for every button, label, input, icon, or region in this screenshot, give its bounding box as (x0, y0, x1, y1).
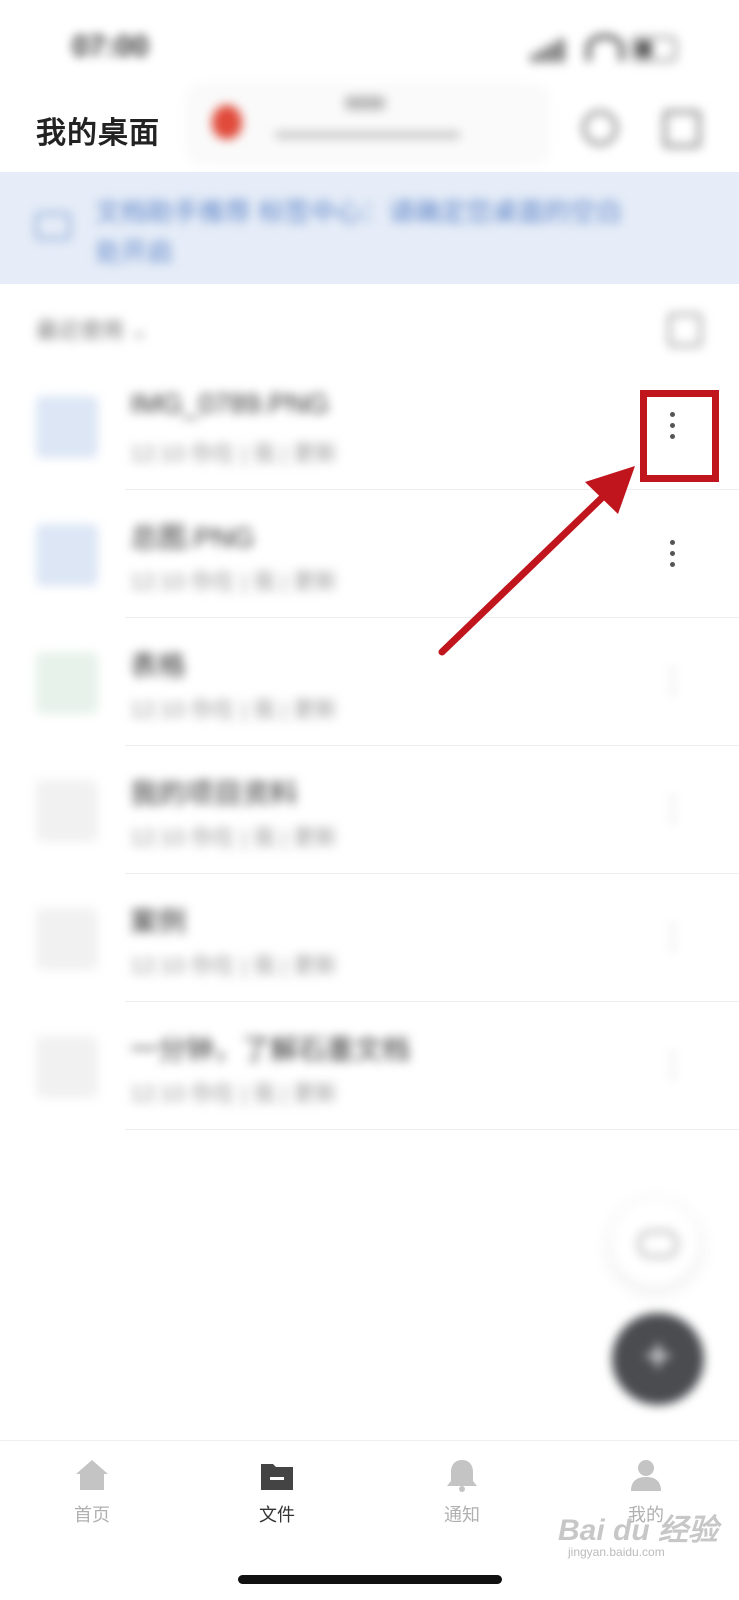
tab-files[interactable]: 文件 (217, 1458, 337, 1527)
watermark-logo: Bai du 经验 (558, 1514, 719, 1547)
home-icon (76, 1460, 108, 1490)
annotation-highlight-box (640, 390, 719, 482)
folder-icon (261, 1464, 293, 1490)
tab-label: 通知 (444, 1505, 480, 1525)
tab-home[interactable]: 首页 (32, 1458, 152, 1527)
watermark-url: jingyan.baidu.com (568, 1545, 665, 1559)
cloud-icon (638, 1230, 678, 1258)
person-icon (631, 1460, 661, 1491)
home-indicator[interactable] (238, 1575, 502, 1584)
bell-icon (447, 1460, 477, 1492)
tab-label: 文件 (259, 1505, 295, 1525)
create-button[interactable]: + (612, 1313, 704, 1405)
tab-label: 首页 (74, 1505, 110, 1525)
tab-notifications[interactable]: 通知 (402, 1458, 522, 1527)
plus-icon: + (643, 1330, 673, 1383)
cloud-upload-button[interactable] (612, 1200, 698, 1286)
